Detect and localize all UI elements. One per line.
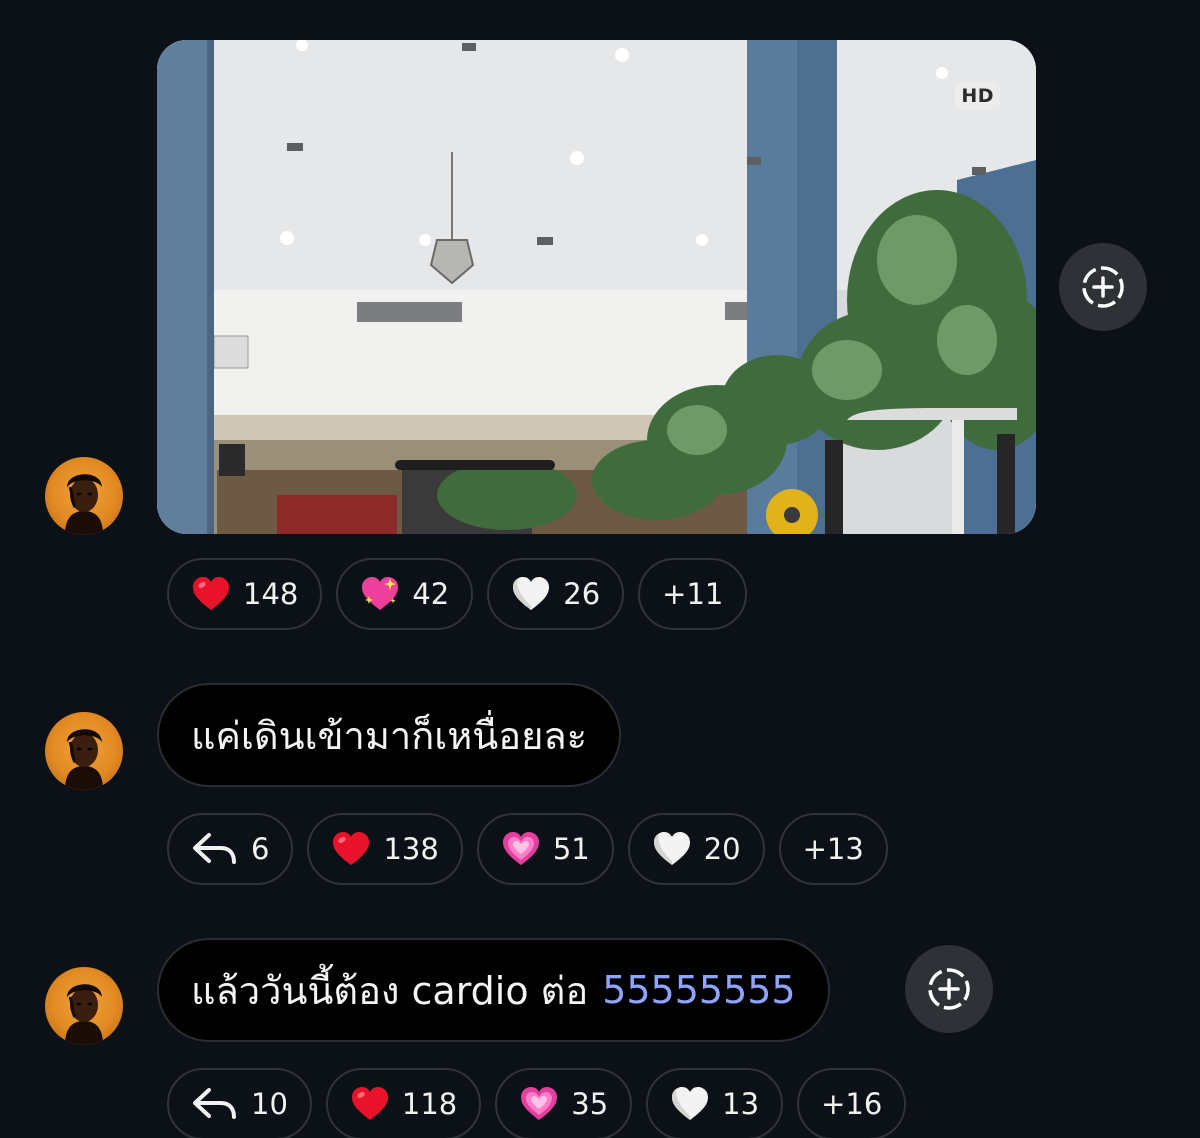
reaction-row: 6 138 51 20 +13 (167, 813, 888, 885)
reaction-chip-sparkling-heart[interactable]: 42 (336, 558, 474, 630)
white-heart-icon (511, 574, 551, 614)
message-text: แค่เดินเข้ามาก็เหนื่อยละ (191, 713, 588, 758)
add-reaction-button[interactable] (1059, 243, 1147, 331)
more-reactions-count: +16 (821, 1087, 883, 1121)
pink-heart-icon (519, 1084, 559, 1124)
sender-avatar[interactable] (45, 967, 123, 1045)
gym-photo (157, 40, 1036, 534)
reply-icon (191, 1084, 239, 1124)
reaction-count: 51 (552, 832, 590, 866)
reaction-count: 42 (412, 577, 450, 611)
avatar-image (45, 712, 123, 790)
white-heart-icon (670, 1084, 710, 1124)
reaction-chip-white-heart[interactable]: 20 (627, 813, 765, 885)
message-text: แล้ววันนี้ต้อง cardio ต่อ (191, 968, 589, 1013)
reply-count: 6 (251, 832, 270, 866)
reaction-chip-pink-heart[interactable]: 35 (495, 1068, 633, 1138)
more-reactions-count: +11 (662, 577, 724, 611)
reaction-row: 148 42 26 +11 (167, 558, 748, 630)
reply-count: 10 (251, 1087, 288, 1121)
reaction-count: 26 (563, 577, 601, 611)
reply-count-chip[interactable]: 6 (167, 813, 294, 885)
pink-heart-icon (501, 829, 541, 869)
reaction-count: 148 (243, 577, 299, 611)
reaction-chip-pink-heart[interactable]: 51 (476, 813, 614, 885)
message-bubble[interactable]: แล้ววันนี้ต้อง cardio ต่อ 55555555 (157, 938, 830, 1042)
add-reaction-icon (925, 965, 973, 1013)
hd-badge: HD (955, 82, 1000, 109)
avatar-image (45, 967, 123, 1045)
message-bubble[interactable]: แค่เดินเข้ามาก็เหนื่อยละ (157, 683, 622, 787)
reaction-chip-red-heart[interactable]: 138 (307, 813, 463, 885)
reaction-count: 13 (722, 1087, 760, 1121)
chat-thread: HD 148 42 26 +11 แค่เดินเข้ามาก็เหนื่อยล… (0, 0, 1200, 1138)
add-reaction-button[interactable] (905, 945, 993, 1033)
red-heart-icon (350, 1084, 390, 1124)
reply-icon (191, 829, 239, 869)
sparkling-heart-icon (360, 574, 400, 614)
reaction-chip-white-heart[interactable]: 26 (487, 558, 625, 630)
reaction-chip-white-heart[interactable]: 13 (646, 1068, 784, 1138)
reaction-chip-red-heart[interactable]: 118 (325, 1068, 482, 1138)
reaction-row: 10 118 35 13 +16 (167, 1068, 907, 1138)
reaction-count: 35 (571, 1087, 609, 1121)
reaction-chip-red-heart[interactable]: 148 (167, 558, 323, 630)
add-reaction-icon (1079, 263, 1127, 311)
more-reactions-chip[interactable]: +11 (638, 558, 748, 630)
sender-avatar[interactable] (45, 457, 123, 535)
more-reactions-chip[interactable]: +16 (797, 1068, 907, 1138)
white-heart-icon (652, 829, 692, 869)
photo-message[interactable]: HD (157, 40, 1036, 534)
message-link[interactable]: 55555555 (602, 968, 795, 1012)
reaction-count: 118 (401, 1087, 458, 1121)
reply-count-chip[interactable]: 10 (167, 1068, 312, 1138)
more-reactions-count: +13 (802, 832, 864, 866)
red-heart-icon (191, 574, 231, 614)
sender-avatar[interactable] (45, 712, 123, 790)
more-reactions-chip[interactable]: +13 (778, 813, 888, 885)
reaction-count: 20 (703, 832, 741, 866)
red-heart-icon (331, 829, 371, 869)
reaction-count: 138 (383, 832, 439, 866)
avatar-image (45, 457, 123, 535)
